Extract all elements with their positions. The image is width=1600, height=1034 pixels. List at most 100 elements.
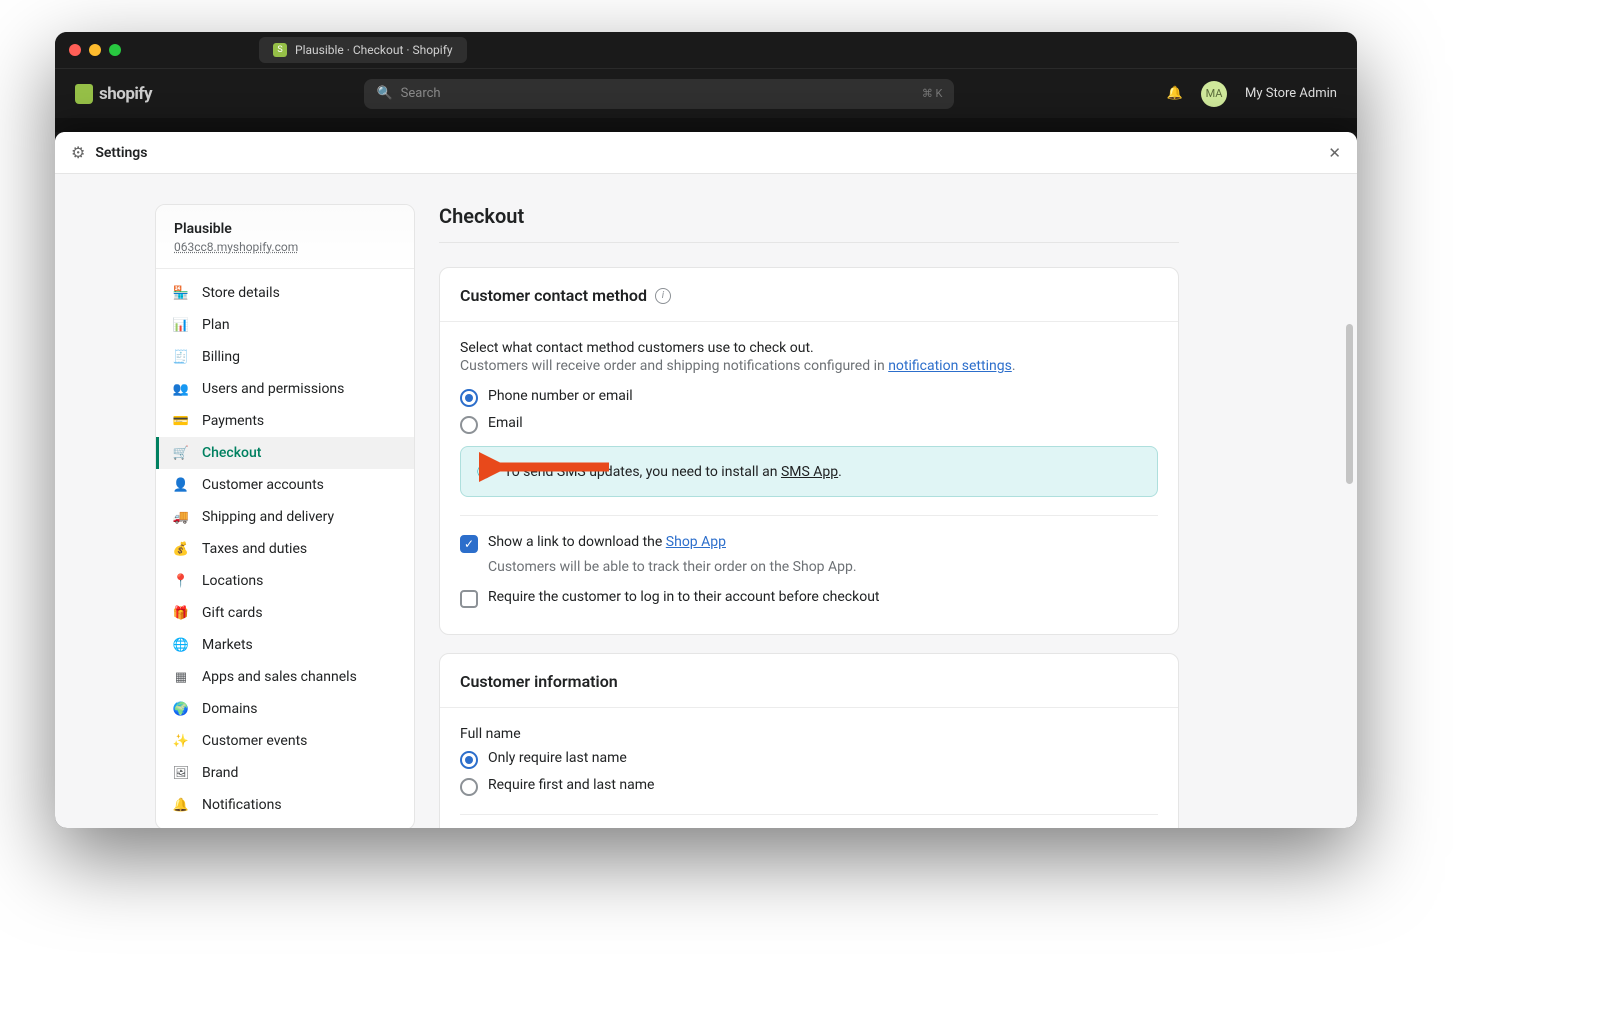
- sidebar-item-label: Customer accounts: [202, 477, 324, 493]
- sidebar-item-label: Apps and sales channels: [202, 669, 357, 685]
- radio-icon: [460, 751, 478, 769]
- nav-icon: 🎁: [172, 606, 190, 621]
- radio-label: Require first and last name: [488, 777, 654, 793]
- store-url-link[interactable]: 063cc8.myshopify.com: [174, 240, 396, 254]
- banner-text: To send SMS updates, you need to install…: [504, 464, 842, 480]
- info-circle-icon: ⓘ: [477, 461, 492, 482]
- sidebar-item-taxes-and-duties[interactable]: 💰Taxes and duties: [156, 533, 414, 565]
- banner-prefix: To send SMS updates, you need to install…: [504, 464, 781, 480]
- user-name[interactable]: My Store Admin: [1245, 86, 1337, 101]
- search-keyboard-hint: ⌘ K: [922, 87, 943, 100]
- nav-icon: 👥: [172, 382, 190, 397]
- sidebar-item-label: Notifications: [202, 797, 282, 813]
- sidebar-item-shipping-and-delivery[interactable]: 🚚 Shipping and delivery: [156, 501, 414, 533]
- notifications-icon[interactable]: 🔔: [1167, 86, 1183, 101]
- minimize-window-icon[interactable]: [89, 44, 101, 56]
- divider: [460, 515, 1158, 516]
- radio-phone-or-email[interactable]: Phone number or email: [460, 388, 1158, 407]
- browser-tab[interactable]: S Plausible · Checkout · Shopify: [259, 37, 467, 63]
- fullname-label: Full name: [460, 726, 1158, 742]
- sidebar-item-brand[interactable]: 🖼Brand: [156, 757, 414, 789]
- modal-title: Settings: [95, 145, 147, 161]
- nav-icon: 🧾: [172, 350, 190, 365]
- close-icon[interactable]: ✕: [1328, 144, 1341, 162]
- sidebar-item-label: Users and permissions: [202, 381, 344, 397]
- sidebar-item-billing[interactable]: 🧾Billing: [156, 341, 414, 373]
- nav-icon: 🌐: [172, 638, 190, 653]
- gear-icon: ⚙: [71, 143, 85, 162]
- sidebar-item-label: Shipping and delivery: [202, 509, 334, 525]
- maximize-window-icon[interactable]: [109, 44, 121, 56]
- search-placeholder: Search: [401, 86, 441, 101]
- sidebar-item-domains[interactable]: 🌍Domains: [156, 693, 414, 725]
- notification-settings-link[interactable]: notification settings: [888, 358, 1012, 374]
- sidebar-item-label: Customer events: [202, 733, 307, 749]
- radio-label: Email: [488, 415, 523, 431]
- contact-heading: Customer contact method: [460, 286, 647, 305]
- sidebar-item-label: Taxes and duties: [202, 541, 307, 557]
- card-header: Customer information: [440, 654, 1178, 708]
- sidebar-item-locations[interactable]: 📍Locations: [156, 565, 414, 597]
- shopify-favicon-icon: S: [273, 43, 287, 57]
- nav-icon: ✨: [172, 734, 190, 749]
- checkbox-label-wrap: Show a link to download the Shop App: [488, 534, 726, 550]
- customer-info-card: Customer information Full name Only requ…: [439, 653, 1179, 828]
- radio-email[interactable]: Email: [460, 415, 1158, 434]
- sidebar-item-label: Domains: [202, 701, 257, 717]
- contact-subdesc: Customers will receive order and shippin…: [460, 358, 1158, 374]
- nav-icon: 💳: [172, 414, 190, 429]
- sidebar-nav: 🏪Store details📊Plan🧾Billing 👥 Users and pe…: [156, 269, 414, 828]
- sidebar-item-store-details[interactable]: 🏪Store details: [156, 277, 414, 309]
- sidebar-store-block: Plausible 063cc8.myshopify.com: [156, 205, 414, 269]
- scrollbar[interactable]: [1346, 324, 1353, 484]
- page-title: Checkout: [439, 204, 1179, 228]
- sidebar-item-payments[interactable]: 💳Payments: [156, 405, 414, 437]
- modal-backdrop: [55, 118, 1357, 132]
- search-icon: 🔍: [376, 86, 392, 101]
- modal-body: Plausible 063cc8.myshopify.com 🏪Store de…: [55, 174, 1357, 828]
- shopify-logo[interactable]: shopify: [75, 84, 152, 104]
- store-name: Plausible: [174, 221, 396, 237]
- divider: [439, 242, 1179, 243]
- radio-icon: [460, 389, 478, 407]
- shop-app-link[interactable]: Shop App: [666, 534, 726, 550]
- sidebar-item-label: Locations: [202, 573, 263, 589]
- sidebar-item-label: Markets: [202, 637, 253, 653]
- radio-label: Only require last name: [488, 750, 627, 766]
- sidebar-item-gift-cards[interactable]: 🎁 Gift cards: [156, 597, 414, 629]
- sidebar-item-notifications[interactable]: 🔔Notifications: [156, 789, 414, 821]
- radio-label: Phone number or email: [488, 388, 633, 404]
- nav-icon: 🛒: [172, 446, 190, 461]
- nav-icon: 🚚: [172, 510, 190, 525]
- shopify-topbar: shopify 🔍 Search ⌘ K 🔔 MA My Store Admin: [55, 68, 1357, 118]
- nav-icon: ▦: [172, 670, 190, 685]
- search-input[interactable]: 🔍 Search ⌘ K: [364, 79, 954, 109]
- info-heading: Customer information: [460, 672, 618, 691]
- modal-header: ⚙ Settings ✕: [55, 132, 1357, 174]
- sidebar-item-label: Gift cards: [202, 605, 263, 621]
- shopify-bag-icon: [75, 84, 93, 104]
- sidebar-item-users-and-permissions[interactable]: 👥 Users and permissions: [156, 373, 414, 405]
- checkbox-label: Require the customer to log in to their …: [488, 589, 880, 605]
- sidebar-item-label: Store details: [202, 285, 280, 301]
- sms-app-link[interactable]: SMS App: [781, 464, 838, 480]
- sidebar-item-apps-and-sales-channels[interactable]: ▦ Apps and sales channels: [156, 661, 414, 693]
- sidebar-item-plan[interactable]: 📊Plan: [156, 309, 414, 341]
- radio-first-and-last[interactable]: Require first and last name: [460, 777, 1158, 796]
- shop-app-prefix: Show a link to download the: [488, 534, 666, 550]
- info-icon[interactable]: i: [655, 288, 671, 304]
- checkbox-shop-app[interactable]: ✓ Show a link to download the Shop App: [460, 534, 1158, 553]
- close-window-icon[interactable]: [69, 44, 81, 56]
- radio-lastname-only[interactable]: Only require last name: [460, 750, 1158, 769]
- checkbox-icon: [460, 590, 478, 608]
- browser-window: S Plausible · Checkout · Shopify shopify…: [55, 32, 1357, 828]
- nav-icon: 🖼: [172, 766, 190, 781]
- sidebar-item-markets[interactable]: 🌐 Markets: [156, 629, 414, 661]
- traffic-lights: [69, 44, 121, 56]
- sidebar-item-customer-accounts[interactable]: 👤Customer accounts: [156, 469, 414, 501]
- shop-app-subtext: Customers will be able to track their or…: [488, 559, 1158, 575]
- sidebar-item-checkout[interactable]: 🛒Checkout: [156, 437, 414, 469]
- checkbox-require-login[interactable]: Require the customer to log in to their …: [460, 589, 1158, 608]
- avatar[interactable]: MA: [1201, 81, 1227, 107]
- sidebar-item-customer-events[interactable]: ✨ Customer events: [156, 725, 414, 757]
